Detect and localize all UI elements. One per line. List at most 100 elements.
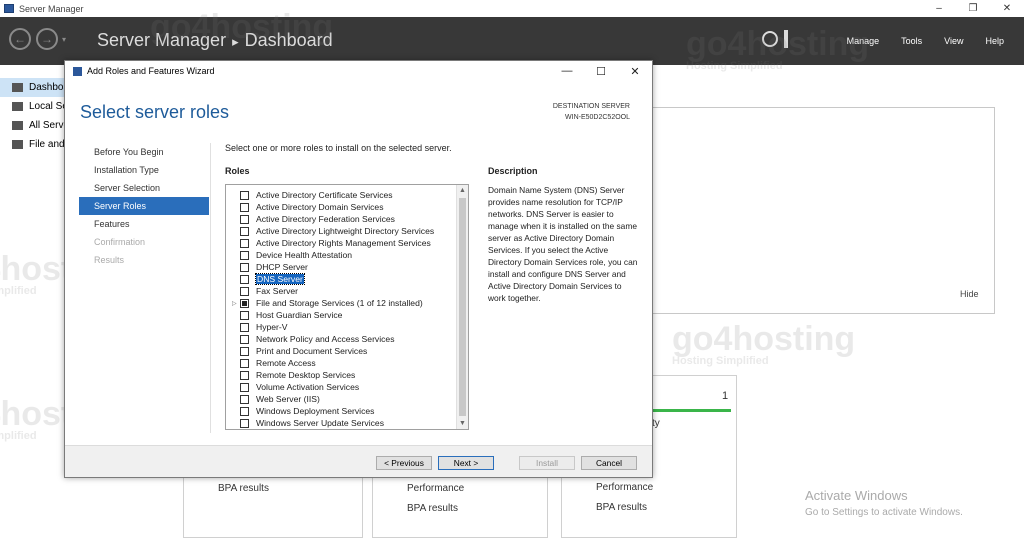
role-item[interactable]: Active Directory Domain Services <box>226 201 384 213</box>
tile-performance[interactable]: Performance <box>596 482 653 493</box>
hide-link[interactable]: Hide <box>960 289 979 299</box>
role-item[interactable]: Network Policy and Access Services <box>226 333 395 345</box>
role-checkbox[interactable] <box>240 310 249 320</box>
nav-history-dropdown-icon[interactable]: ▾ <box>62 35 66 44</box>
role-checkbox[interactable] <box>240 346 249 356</box>
watermark-tagline: Hosting Simplified <box>672 355 769 367</box>
forward-arrow-icon[interactable]: → <box>36 28 58 50</box>
role-item[interactable]: Volume Activation Services <box>226 381 359 393</box>
role-checkbox[interactable] <box>240 274 249 284</box>
role-checkbox[interactable] <box>240 382 249 392</box>
minimize-button[interactable]: – <box>922 0 956 17</box>
watermark-brand: go4hosting <box>672 320 856 358</box>
role-checkbox[interactable] <box>240 202 249 212</box>
dashboard-icon <box>12 83 23 92</box>
step-server-selection[interactable]: Server Selection <box>79 179 209 197</box>
refresh-icon[interactable] <box>762 31 778 47</box>
role-checkbox[interactable] <box>240 370 249 380</box>
tile-bpa-results[interactable]: BPA results <box>407 503 458 514</box>
sidebar-item-dashboard[interactable]: Dashboard <box>0 78 65 97</box>
sidebar-item-local-server[interactable]: Local Server <box>0 97 65 116</box>
role-checkbox[interactable] <box>240 322 249 332</box>
role-label: DHCP Server <box>256 262 308 272</box>
scroll-down-icon[interactable]: ▼ <box>457 418 468 429</box>
roles-list[interactable]: Active Directory Certificate Services Act… <box>225 184 469 430</box>
role-item[interactable]: Active Directory Lightweight Directory S… <box>226 225 434 237</box>
role-checkbox[interactable] <box>240 214 249 224</box>
role-item[interactable]: Print and Document Services <box>226 345 367 357</box>
destination-server: DESTINATION SERVER WIN-E50D2C52OOL <box>553 101 630 123</box>
sidebar-item-file-storage[interactable]: File and Storage Services <box>0 135 65 154</box>
role-item[interactable]: Active Directory Rights Management Servi… <box>226 237 431 249</box>
notifications-flag-icon[interactable] <box>784 30 788 48</box>
role-checkbox[interactable] <box>240 286 249 296</box>
role-label: File and Storage Services (1 of 12 insta… <box>256 298 423 308</box>
role-label: Active Directory Federation Services <box>256 214 395 224</box>
role-checkbox[interactable] <box>240 334 249 344</box>
previous-button[interactable]: < Previous <box>376 456 432 470</box>
role-checkbox[interactable] <box>240 418 249 428</box>
role-checkbox[interactable] <box>240 262 249 272</box>
tile-count: 1 <box>722 390 729 402</box>
role-item[interactable]: DHCP Server <box>226 261 308 273</box>
role-checkbox[interactable] <box>240 238 249 248</box>
role-label: Remote Access <box>256 358 316 368</box>
role-label: Active Directory Lightweight Directory S… <box>256 226 435 236</box>
role-item[interactable]: Fax Server <box>226 285 298 297</box>
expand-arrow-icon[interactable]: ▷ <box>232 300 240 307</box>
sidebar-item-all-servers[interactable]: All Servers <box>0 116 65 135</box>
wizard-close-button[interactable]: ✕ <box>618 61 652 81</box>
roles-scrollbar[interactable]: ▲ ▼ <box>456 185 468 429</box>
role-item[interactable]: Remote Desktop Services <box>226 369 355 381</box>
tile-performance[interactable]: Performance <box>407 483 464 494</box>
tile-bpa-results[interactable]: BPA results <box>596 502 647 513</box>
role-item[interactable]: Hyper-V <box>226 321 288 333</box>
breadcrumb-root[interactable]: Server Manager <box>97 30 226 51</box>
scroll-thumb[interactable] <box>459 198 466 416</box>
role-item[interactable]: ▷ File and Storage Services (1 of 12 inst… <box>226 297 423 309</box>
role-item[interactable]: DNS Server <box>226 273 305 285</box>
role-label: Hyper-V <box>256 322 288 332</box>
role-item[interactable]: Active Directory Federation Services <box>226 213 395 225</box>
step-features[interactable]: Features <box>79 215 209 233</box>
role-checkbox[interactable] <box>240 250 249 260</box>
restore-button[interactable]: ❐ <box>956 0 990 17</box>
step-server-roles[interactable]: Server Roles <box>79 197 209 215</box>
role-checkbox[interactable] <box>240 226 249 236</box>
menu-view[interactable]: View <box>944 36 963 46</box>
role-checkbox[interactable] <box>240 190 249 200</box>
role-item[interactable]: Web Server (IIS) <box>226 393 320 405</box>
role-item[interactable]: Host Guardian Service <box>226 309 342 321</box>
step-installation-type[interactable]: Installation Type <box>79 161 209 179</box>
tile-partial-label[interactable]: ty <box>652 418 660 429</box>
close-button[interactable]: ✕ <box>990 0 1024 17</box>
welcome-panel <box>651 107 995 314</box>
cancel-button[interactable]: Cancel <box>581 456 637 470</box>
role-checkbox[interactable] <box>240 406 249 416</box>
wizard-minimize-button[interactable]: — <box>550 61 584 81</box>
role-item[interactable]: Remote Access <box>226 357 316 369</box>
menu-help[interactable]: Help <box>985 36 1004 46</box>
role-checkbox[interactable] <box>240 394 249 404</box>
role-label: Host Guardian Service <box>256 310 343 320</box>
next-button[interactable]: Next > <box>438 456 494 470</box>
sidebar-item-label: Local Server <box>29 101 65 112</box>
install-button: Install <box>519 456 575 470</box>
tile-bpa-results[interactable]: BPA results <box>218 483 269 494</box>
role-item[interactable]: Active Directory Certificate Services <box>226 189 393 201</box>
menu-manage[interactable]: Manage <box>847 36 880 46</box>
servers-icon <box>12 121 23 130</box>
role-item[interactable]: Device Health Attestation <box>226 249 352 261</box>
tile-local-server: BPA results <box>183 472 363 538</box>
menu-tools[interactable]: Tools <box>901 36 922 46</box>
wizard-maximize-button[interactable]: ☐ <box>584 61 618 81</box>
role-checkbox[interactable] <box>240 358 249 368</box>
role-item[interactable]: Windows Deployment Services <box>226 405 374 417</box>
scroll-up-icon[interactable]: ▲ <box>457 185 468 196</box>
role-checkbox[interactable] <box>240 298 249 308</box>
back-arrow-icon[interactable]: ← <box>9 28 31 50</box>
role-item[interactable]: Windows Server Update Services <box>226 417 384 429</box>
wizard-steps: Before You Begin Installation Type Serve… <box>79 143 209 269</box>
step-before-you-begin[interactable]: Before You Begin <box>79 143 209 161</box>
activate-subtitle: Go to Settings to activate Windows. <box>805 507 963 518</box>
